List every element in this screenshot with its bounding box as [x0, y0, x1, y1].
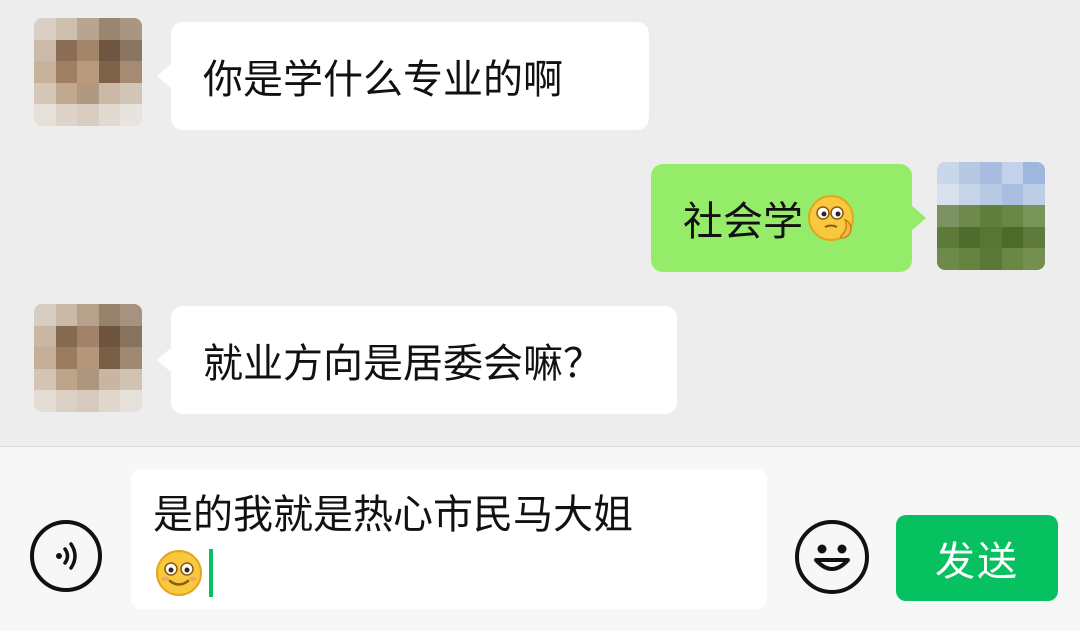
- own-avatar[interactable]: [937, 162, 1045, 270]
- message-input-text: 是的我就是热心市民马大姐: [153, 492, 633, 538]
- emoji-picker-button[interactable]: [795, 520, 869, 594]
- message-text: 社会学: [683, 199, 803, 245]
- chat-message-list: 你是学什么专业的啊 社会学 就业方向是居委会嘛？: [0, 0, 1080, 446]
- message-bubble-outgoing[interactable]: 社会学: [651, 164, 926, 272]
- message-text: 就业方向是居委会嘛？: [203, 341, 603, 387]
- emoji-face-icon: [814, 544, 850, 571]
- message-input[interactable]: 是的我就是热心市民马大姐: [131, 469, 767, 609]
- message-text: 你是学什么专业的啊: [203, 57, 563, 103]
- send-button[interactable]: 发送: [896, 515, 1058, 601]
- contact-avatar[interactable]: [34, 18, 142, 126]
- contact-avatar[interactable]: [34, 304, 142, 412]
- thinking-face-emoji-icon: [808, 195, 854, 241]
- voice-icon: [56, 542, 77, 570]
- message-bubble-incoming[interactable]: 就业方向是居委会嘛？: [157, 306, 677, 414]
- smiling-face-emoji-icon: [156, 550, 202, 596]
- voice-input-button[interactable]: [30, 520, 102, 592]
- message-bubble-incoming[interactable]: 你是学什么专业的啊: [157, 22, 649, 130]
- text-cursor: [209, 549, 213, 597]
